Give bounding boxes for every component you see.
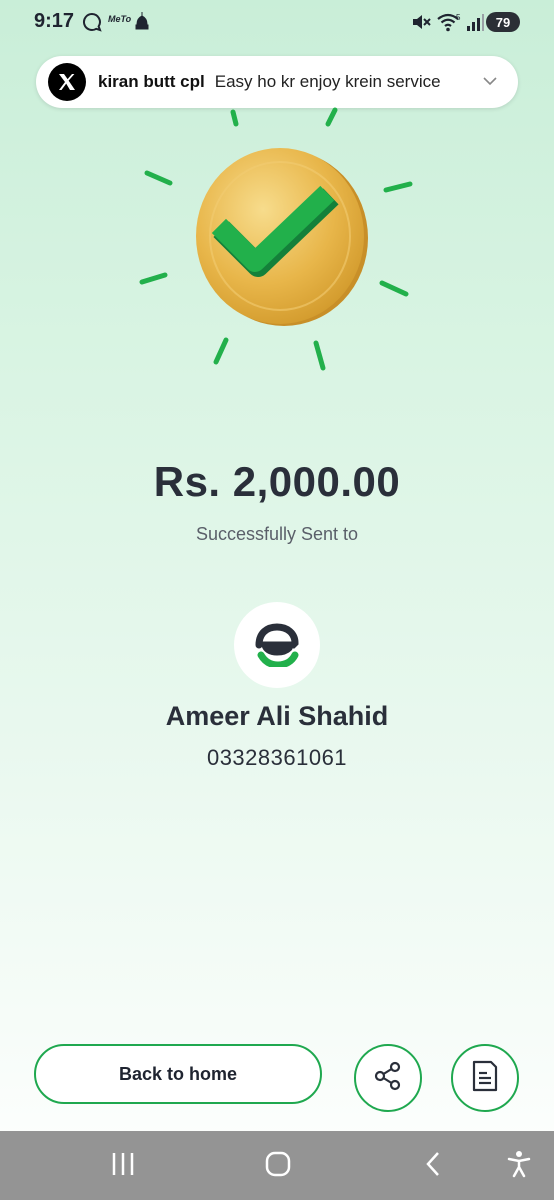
back-to-home-button[interactable]: Back to home <box>34 1044 322 1104</box>
meto-icon: MeTo <box>108 14 132 24</box>
back-icon[interactable] <box>422 1149 444 1184</box>
wifi-icon: 5 <box>437 12 463 37</box>
notification-title: kiran butt cpl <box>98 72 205 91</box>
mute-icon <box>410 12 432 37</box>
recipient-number: 03328361061 <box>206 745 348 770</box>
battery-indicator: 79 <box>486 12 520 32</box>
receipt-icon <box>471 1060 499 1097</box>
easypaisa-logo-icon <box>234 602 320 688</box>
notification-text: Easy ho kr enjoy krein service <box>214 72 441 91</box>
x-logo-icon <box>48 63 86 101</box>
svg-text:5: 5 <box>456 13 461 22</box>
share-icon <box>373 1061 403 1096</box>
recent-apps-icon[interactable] <box>110 1149 136 1184</box>
home-icon[interactable] <box>264 1149 292 1184</box>
accessibility-icon[interactable] <box>506 1149 532 1184</box>
mosque-icon <box>134 12 150 35</box>
status-subtitle: Successfully Sent to <box>195 524 359 544</box>
chevron-down-icon[interactable] <box>482 73 498 94</box>
signal-icon <box>466 12 484 37</box>
share-button[interactable] <box>354 1044 422 1112</box>
recipient-name: Ameer Ali Shahid <box>165 701 389 731</box>
status-bar: 9:17 MeTo 5 79 <box>0 0 554 44</box>
success-coin-illustration <box>130 100 430 390</box>
system-nav-bar <box>0 1131 554 1200</box>
chat-bubble-icon <box>82 12 102 37</box>
status-time: 9:17 <box>34 10 75 32</box>
transfer-amount: Rs. 2,000.00 <box>153 458 401 505</box>
receipt-button[interactable] <box>451 1044 519 1112</box>
